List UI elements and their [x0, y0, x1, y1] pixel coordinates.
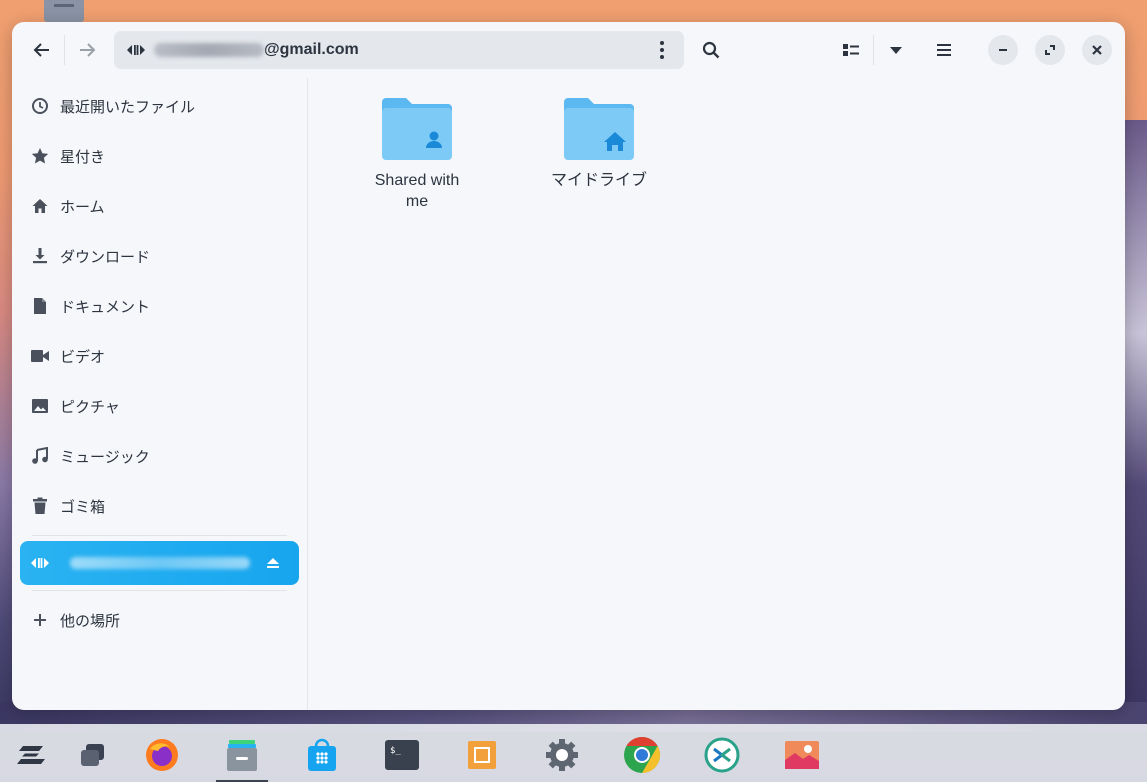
sidebar-item-label: ダウンロード [60, 247, 151, 266]
hamburger-icon [937, 44, 951, 56]
download-icon [30, 246, 50, 266]
redacted-username [154, 43, 264, 57]
sidebar-item-label: 最近開いたファイル [60, 97, 196, 116]
sidebar-item-label: ビデオ [60, 347, 106, 366]
back-button[interactable] [20, 28, 64, 72]
forward-button[interactable] [65, 28, 109, 72]
folder-my-drive[interactable]: マイドライブ [539, 96, 659, 191]
sidebar-item-label: 星付き [60, 147, 106, 166]
close-button[interactable] [1082, 35, 1112, 65]
main-menu-button[interactable] [930, 30, 958, 70]
picture-icon [30, 396, 50, 416]
search-icon [702, 41, 720, 59]
taskbar: $_ [0, 724, 1147, 782]
plus-icon [30, 610, 50, 630]
view-divider [873, 35, 874, 65]
virtualbox-icon[interactable] [462, 735, 502, 775]
trash-icon [30, 496, 50, 516]
sidebar-item-recent[interactable]: 最近開いたファイル [12, 81, 307, 131]
image-viewer-icon[interactable] [782, 735, 822, 775]
files-icon[interactable] [216, 735, 268, 782]
sidebar-item-downloads[interactable]: ダウンロード [12, 231, 307, 281]
maximize-button[interactable] [1035, 35, 1065, 65]
folder-label: Shared with me [374, 172, 460, 210]
maximize-icon [1045, 45, 1055, 55]
firefox-icon[interactable] [142, 735, 182, 775]
file-view: Shared with me マイドライブ [309, 78, 1125, 710]
arrow-left-icon [33, 43, 49, 57]
sidebar-item-trash[interactable]: ゴミ箱 [12, 481, 307, 531]
software-icon[interactable] [302, 735, 342, 775]
file-manager-window: @gmail.com 最近開いたファイル 星付き ホーム ダウンロード ドキュメ… [12, 22, 1125, 710]
desktop-file-icon[interactable] [44, 0, 84, 22]
view-toggle-button[interactable] [834, 30, 868, 70]
terminal-icon[interactable]: $_ [382, 735, 422, 775]
svg-text:$_: $_ [390, 746, 401, 756]
sidebar-item-label: ミュージック [60, 447, 150, 466]
minimize-icon [999, 49, 1007, 51]
sidebar-item-pictures[interactable]: ピクチャ [12, 381, 307, 431]
sidebar-item-videos[interactable]: ビデオ [12, 331, 307, 381]
sidebar-item-label: ドキュメント [60, 297, 151, 316]
sidebar-item-other-locations[interactable]: 他の場所 [12, 595, 307, 645]
star-icon [30, 146, 50, 166]
zorin-connect-icon[interactable] [702, 735, 742, 775]
view-options-button[interactable] [882, 30, 910, 70]
eject-icon[interactable] [263, 553, 283, 573]
home-icon [30, 196, 50, 216]
header-bar: @gmail.com [12, 22, 1125, 78]
sidebar-item-google-drive[interactable] [20, 541, 299, 585]
network-drive-icon [126, 40, 146, 60]
arrow-right-icon [80, 43, 96, 57]
sidebar-item-label: ピクチャ [60, 397, 120, 416]
workspaces-icon[interactable] [72, 735, 112, 775]
sidebar-item-label: ゴミ箱 [60, 497, 106, 516]
sidebar: 最近開いたファイル 星付き ホーム ダウンロード ドキュメント ビデオ ピクチャ [12, 78, 308, 710]
video-icon [30, 346, 50, 366]
folder-shared-with-me[interactable]: Shared with me [357, 96, 477, 212]
sidebar-divider [32, 590, 287, 591]
settings-icon[interactable] [542, 735, 582, 775]
shared-folder-icon [382, 98, 452, 160]
close-icon [1092, 45, 1102, 55]
sidebar-item-home[interactable]: ホーム [12, 181, 307, 231]
search-button[interactable] [696, 30, 726, 70]
location-bar[interactable]: @gmail.com [114, 31, 684, 69]
sidebar-item-music[interactable]: ミュージック [12, 431, 307, 481]
sidebar-item-label: ホーム [60, 197, 105, 216]
clock-icon [30, 96, 50, 116]
sidebar-item-starred[interactable]: 星付き [12, 131, 307, 181]
path-menu-icon[interactable] [652, 40, 672, 60]
zorin-menu-icon[interactable] [12, 735, 52, 775]
chrome-icon[interactable] [622, 735, 662, 775]
sidebar-divider [32, 535, 287, 536]
music-icon [30, 446, 50, 466]
network-drive-icon [30, 553, 50, 573]
chevron-down-icon [890, 47, 902, 54]
redacted-account [70, 557, 250, 569]
minimize-button[interactable] [988, 35, 1018, 65]
folder-label: マイドライブ [550, 172, 647, 189]
sidebar-item-documents[interactable]: ドキュメント [12, 281, 307, 331]
path-email-domain: @gmail.com [264, 41, 359, 58]
list-view-icon [843, 44, 859, 56]
drive-folder-icon [564, 98, 634, 160]
sidebar-item-label: 他の場所 [60, 611, 121, 630]
document-icon [30, 296, 50, 316]
